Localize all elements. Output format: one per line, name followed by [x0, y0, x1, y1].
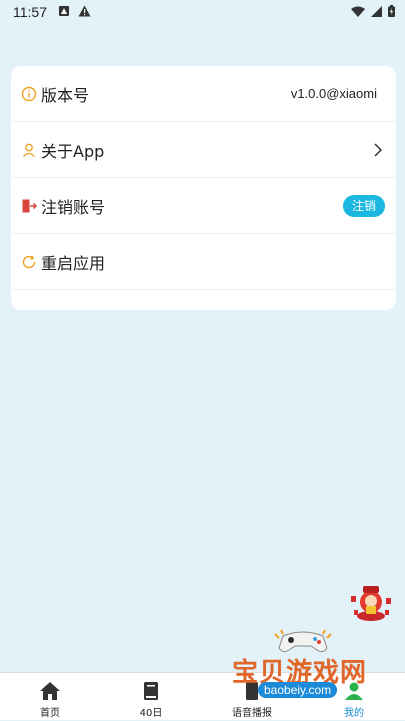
wifi-icon: [351, 6, 365, 17]
settings-row-delete-account: 注销账号 注销: [11, 178, 396, 234]
signal-icon: [371, 5, 382, 17]
settings-card: 版本号 v1.0.0@xiaomi 关于App 注销账号 注销 重启应用: [11, 66, 396, 310]
battery-icon: [388, 5, 395, 17]
status-notification-icons: [58, 5, 91, 17]
warning-icon: [78, 5, 91, 17]
version-value: v1.0.0@xiaomi: [290, 86, 377, 101]
delete-account-button[interactable]: 注销: [342, 194, 385, 217]
tab-40-days-label: 40日: [139, 708, 163, 719]
watermark-url: baobeiy.com: [258, 682, 338, 698]
about-app-label: 关于App: [41, 141, 105, 161]
person-icon: [21, 142, 37, 158]
settings-row-about[interactable]: 关于App: [11, 122, 396, 178]
refresh-icon: [21, 254, 37, 270]
delete-account-label: 注销账号: [41, 197, 106, 217]
version-label: 版本号: [41, 85, 90, 105]
app-notification-icon: [59, 6, 69, 16]
floating-mascot-icon[interactable]: [347, 582, 395, 622]
restart-app-label: 重启应用: [41, 253, 106, 273]
tab-home[interactable]: 首页: [10, 673, 90, 721]
status-system-icons: [351, 5, 395, 17]
watermark: 宝贝游戏网 baobeiy.com: [228, 628, 378, 716]
status-time: 11:57: [13, 4, 47, 20]
info-icon: [21, 86, 37, 102]
tab-home-label: 首页: [40, 708, 60, 719]
status-bar: 11:57: [0, 0, 405, 24]
logout-icon: [21, 198, 38, 214]
settings-row-version: 版本号 v1.0.0@xiaomi: [11, 66, 396, 122]
tab-40-days[interactable]: 40日: [111, 673, 191, 721]
book-icon: [140, 681, 162, 701]
chevron-right-icon: [372, 142, 384, 158]
home-icon: [39, 681, 61, 701]
settings-row-restart[interactable]: 重启应用: [11, 234, 396, 290]
